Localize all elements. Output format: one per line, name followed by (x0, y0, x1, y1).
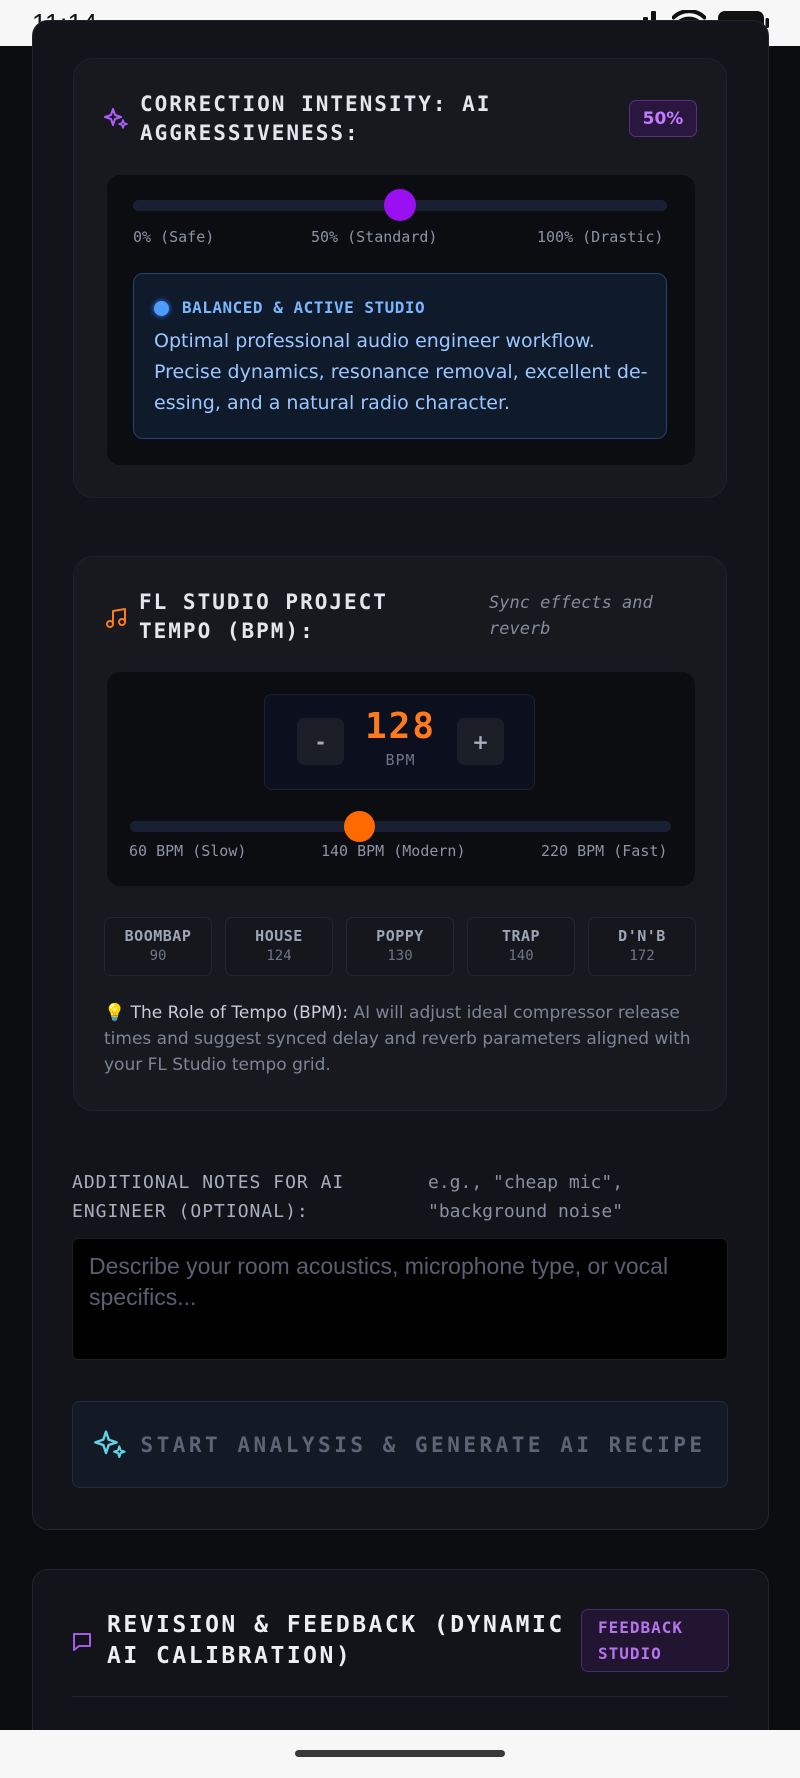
start-analysis-button[interactable]: START ANALYSIS & GENERATE AI RECIPE (72, 1401, 728, 1488)
preset-house[interactable]: HOUSE 124 (225, 917, 333, 976)
notes-hint: e.g., "cheap mic", "background noise" (428, 1172, 624, 1222)
tempo-note: 💡 The Role of Tempo (BPM): AI will adjus… (104, 1000, 694, 1078)
intensity-badge: 50% (629, 100, 697, 137)
tempo-subtitle: Sync effects and reverb (489, 593, 653, 639)
preset-bpm: 130 (387, 948, 413, 964)
preset-name: BOOMBAP (124, 927, 192, 945)
tempo-note-lead: 💡 The Role of Tempo (BPM): (104, 1003, 349, 1023)
preset-bpm: 140 (508, 948, 534, 964)
intensity-slider-thumb[interactable] (384, 189, 416, 221)
preset-name: HOUSE (255, 927, 303, 945)
sparkles-icon (104, 108, 128, 129)
tempo-tick-min: 60 BPM (Slow) (129, 842, 247, 860)
bpm-increase-button[interactable]: + (457, 718, 504, 765)
preset-bpm: 90 (149, 948, 167, 964)
preset-name: POPPY (376, 927, 424, 945)
tempo-tick-max: 220 BPM (Fast) (541, 842, 668, 860)
notes-label: ADDITIONAL NOTES FOR AI ENGINEER (OPTION… (72, 1172, 345, 1222)
intensity-title: CORRECTION INTENSITY: AI AGGRESSIVENESS: (140, 92, 492, 145)
tempo-slider-track[interactable] (130, 821, 671, 832)
home-indicator[interactable] (295, 1750, 505, 1757)
feedback-title: REVISION & FEEDBACK (DYNAMIC AI CALIBRAT… (107, 1612, 565, 1669)
chat-icon (73, 1633, 91, 1651)
intensity-tick-mid: 50% (Standard) (311, 228, 438, 246)
preset-trap[interactable]: TRAP 140 (467, 917, 575, 976)
preset-dnb[interactable]: D'N'B 172 (588, 917, 696, 976)
start-analysis-label: START ANALYSIS & GENERATE AI RECIPE (140, 1432, 706, 1457)
intensity-info-title: BALANCED & ACTIVE STUDIO (182, 298, 426, 317)
intensity-info-body: Optimal professional audio engineer work… (154, 330, 648, 414)
feedback-studio-badge: FEEDBACK STUDIO (581, 1609, 729, 1672)
preset-poppy[interactable]: POPPY 130 (346, 917, 454, 976)
preset-bpm: 124 (266, 948, 292, 964)
notes-textarea[interactable] (72, 1238, 728, 1360)
status-dot-icon (154, 301, 169, 316)
tempo-title: FL STUDIO PROJECT TEMPO (BPM): (139, 590, 388, 643)
feedback-divider (72, 1696, 728, 1697)
bpm-display: - 128 BPM + (264, 694, 535, 790)
intensity-tick-min: 0% (Safe) (133, 228, 215, 246)
preset-boombap[interactable]: BOOMBAP 90 (104, 917, 212, 976)
preset-name: D'N'B (618, 927, 666, 945)
intensity-info-box: BALANCED & ACTIVE STUDIO Optimal profess… (133, 273, 667, 439)
tempo-tick-mid: 140 BPM (Modern) (321, 842, 466, 860)
sparkles-icon (94, 1429, 127, 1458)
music-note-icon (106, 608, 126, 628)
intensity-tick-max: 100% (Drastic) (537, 228, 664, 246)
preset-bpm: 172 (629, 948, 655, 964)
preset-name: TRAP (501, 927, 541, 945)
